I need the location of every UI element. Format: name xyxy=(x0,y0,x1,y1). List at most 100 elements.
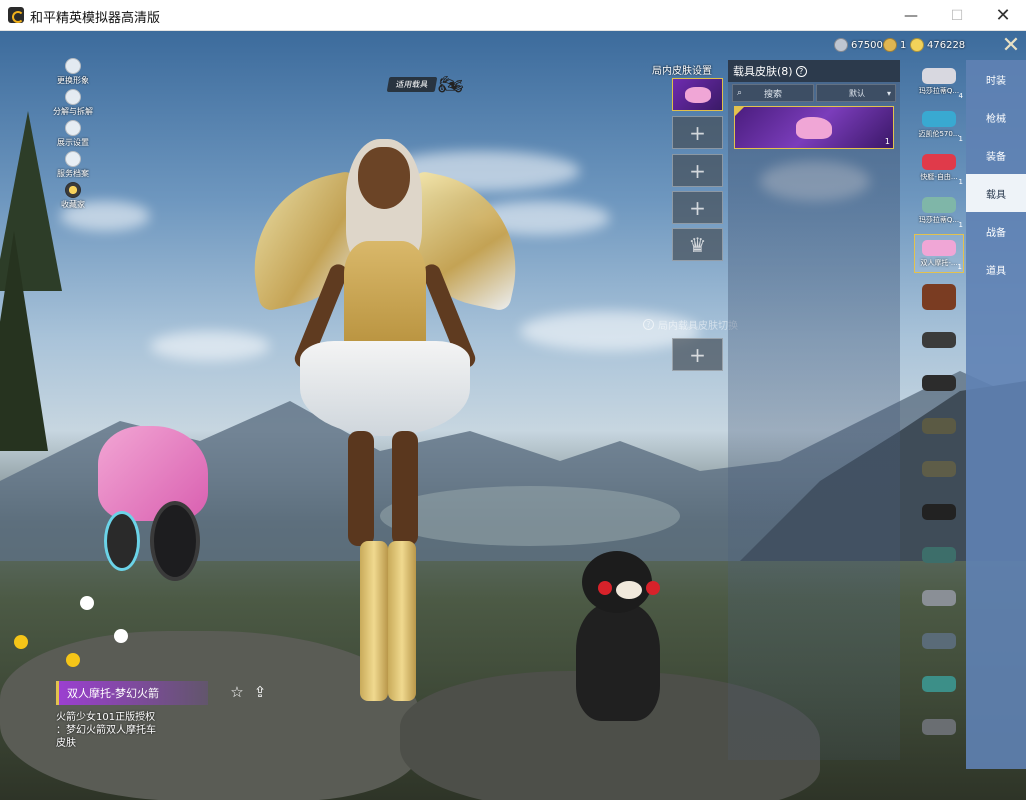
armored-car-icon xyxy=(922,417,956,434)
flower xyxy=(66,653,80,667)
skin-slot-selected[interactable] xyxy=(672,78,723,111)
left-menu-disassemble[interactable]: 分解与拆解 xyxy=(48,89,98,117)
vehicle-count: 1 xyxy=(958,178,963,186)
question-icon[interactable]: ? xyxy=(643,319,654,330)
left-menu-label: 分解与拆解 xyxy=(53,107,93,116)
favorite-star-icon[interactable]: ☆ xyxy=(228,684,246,702)
vehicle-item[interactable] xyxy=(914,621,964,660)
tab-vehicles[interactable]: 载具 xyxy=(966,174,1026,212)
vehicle-item[interactable]: 玛莎拉蒂Q... 1 xyxy=(914,191,964,230)
sedan-icon xyxy=(922,589,956,606)
close-window-button[interactable]: ✕ xyxy=(980,0,1026,31)
tab-weapons[interactable]: 枪械 xyxy=(966,98,1026,136)
jeep-icon xyxy=(922,460,956,477)
character-leg xyxy=(392,431,418,546)
item-description-line: ：梦幻火箭双人摩托车 xyxy=(56,725,156,736)
tab-gear[interactable]: 战备 xyxy=(966,212,1026,250)
vehicle-item[interactable]: 迈凯伦570... 1 xyxy=(914,105,964,144)
tab-props[interactable]: 道具 xyxy=(966,250,1026,288)
motorbike-model[interactable] xyxy=(78,406,218,581)
vehicle-item[interactable] xyxy=(914,664,964,703)
sedan-icon xyxy=(922,546,956,563)
vehicle-item[interactable]: 快艇-自由... 1 xyxy=(914,148,964,187)
flower xyxy=(14,635,28,649)
puzzle-icon xyxy=(65,89,81,105)
collector-badge-icon xyxy=(65,182,81,198)
vehicle-label: 双人摩托-... xyxy=(920,258,958,267)
van-icon xyxy=(922,675,956,692)
vehicle-label: 玛莎拉蒂Q... xyxy=(918,215,960,224)
motorcycle-icon: 🏍 xyxy=(438,72,464,96)
motorbike-body xyxy=(98,426,208,521)
flower xyxy=(114,629,128,643)
chevron-down-icon: ▾ xyxy=(886,88,891,98)
vehicle-item-selected[interactable]: 双人摩托-... 1 xyxy=(914,234,964,273)
skin-slot-empty[interactable]: + xyxy=(672,116,723,149)
person-icon xyxy=(65,58,81,74)
vehicle-item[interactable] xyxy=(914,707,964,746)
window-title: 和平精英模拟器高清版 xyxy=(30,11,161,26)
pine-tree xyxy=(0,231,48,451)
search-sort-row: ⌕ 搜索 默认 ▾ xyxy=(732,84,896,102)
character-dress-top xyxy=(344,241,426,351)
skin-card-dream-rocket[interactable]: 1 xyxy=(734,106,894,149)
exit-button[interactable]: ✕ xyxy=(998,35,1024,59)
search-input[interactable]: ⌕ 搜索 xyxy=(732,84,814,102)
vehicle-item[interactable] xyxy=(914,277,964,316)
in-game-skin-settings-title[interactable]: 局内皮肤设置 xyxy=(652,62,712,77)
vehicle-item[interactable] xyxy=(914,535,964,574)
character-leg xyxy=(348,431,374,546)
left-menu-change-appearance[interactable]: 更换形象 xyxy=(48,58,98,86)
bear-cheek xyxy=(598,581,612,595)
bear-muzzle xyxy=(616,581,642,599)
left-menu-collector[interactable]: 收藏家 xyxy=(48,182,98,210)
skin-switch-note: ? 局内载具皮肤切换 xyxy=(643,317,738,332)
vehicle-item[interactable] xyxy=(914,363,964,402)
vehicle-item[interactable] xyxy=(914,578,964,617)
item-name-banner: 双人摩托-梦幻火箭 xyxy=(56,681,208,705)
item-description: 火箭少女101正版授权 ：梦幻火箭双人摩托车 皮肤 xyxy=(56,711,176,750)
search-icon: ⌕ xyxy=(737,88,743,98)
character-boot xyxy=(360,541,388,701)
currency-points: 476228 xyxy=(910,38,965,52)
flower xyxy=(80,596,94,610)
vehicle-label: 快艇-自由... xyxy=(920,172,958,181)
vehicle-item[interactable] xyxy=(914,449,964,488)
vehicle-item[interactable] xyxy=(914,320,964,359)
left-menu-label: 服务档案 xyxy=(57,169,89,178)
currency-gold: 1 xyxy=(883,38,906,52)
left-menu: 更换形象 分解与拆解 展示设置 服务档案 收藏家 xyxy=(48,58,98,213)
tab-equipment[interactable]: 装备 xyxy=(966,136,1026,174)
applicable-vehicle-label: 适用载具 xyxy=(386,76,438,92)
motorbike-wheel xyxy=(104,511,140,571)
help-icon[interactable]: ? xyxy=(795,65,807,77)
left-menu-label: 更换形象 xyxy=(57,76,89,85)
sort-dropdown[interactable]: 默认 ▾ xyxy=(816,84,896,102)
minimize-button[interactable]: — xyxy=(888,0,934,31)
applicable-vehicle-tag[interactable]: 适用载具 🏍 xyxy=(386,72,464,96)
skin-slot-empty[interactable]: + xyxy=(672,191,723,224)
skin-slot-empty[interactable]: + xyxy=(672,154,723,187)
tab-fashion[interactable]: 时装 xyxy=(966,60,1026,98)
motorbike-thumbnail xyxy=(684,86,711,103)
maximize-button[interactable]: ☐ xyxy=(934,0,980,31)
vehicle-item[interactable]: 玛莎拉蒂Q... 4 xyxy=(914,62,964,101)
category-tabs: 时装 枪械 装备 载具 战备 道具 xyxy=(966,60,1026,769)
left-menu-label: 展示设置 xyxy=(57,138,89,147)
car-icon xyxy=(922,196,956,213)
vehicle-item[interactable] xyxy=(914,492,964,531)
bear-mascot[interactable] xyxy=(570,551,665,731)
gold-coin-icon xyxy=(883,38,897,52)
car-icon xyxy=(922,67,956,84)
left-menu-service-profile[interactable]: 服务档案 xyxy=(48,151,98,179)
truck-icon xyxy=(922,718,956,735)
vehicle-list: 玛莎拉蒂Q... 4 迈凯伦570... 1 快艇-自由... 1 玛莎拉蒂Q... 1… xyxy=(912,62,966,762)
left-menu-display-settings[interactable]: 展示设置 xyxy=(48,120,98,148)
character-model[interactable] xyxy=(236,111,534,731)
skin-slot-empty[interactable]: + xyxy=(672,338,723,371)
motorcycle-icon xyxy=(922,374,956,391)
skin-slot-premium[interactable]: ♛ xyxy=(672,228,723,261)
speedboat-icon xyxy=(922,153,956,170)
share-icon[interactable]: ⇪ xyxy=(251,684,269,702)
vehicle-item[interactable] xyxy=(914,406,964,445)
